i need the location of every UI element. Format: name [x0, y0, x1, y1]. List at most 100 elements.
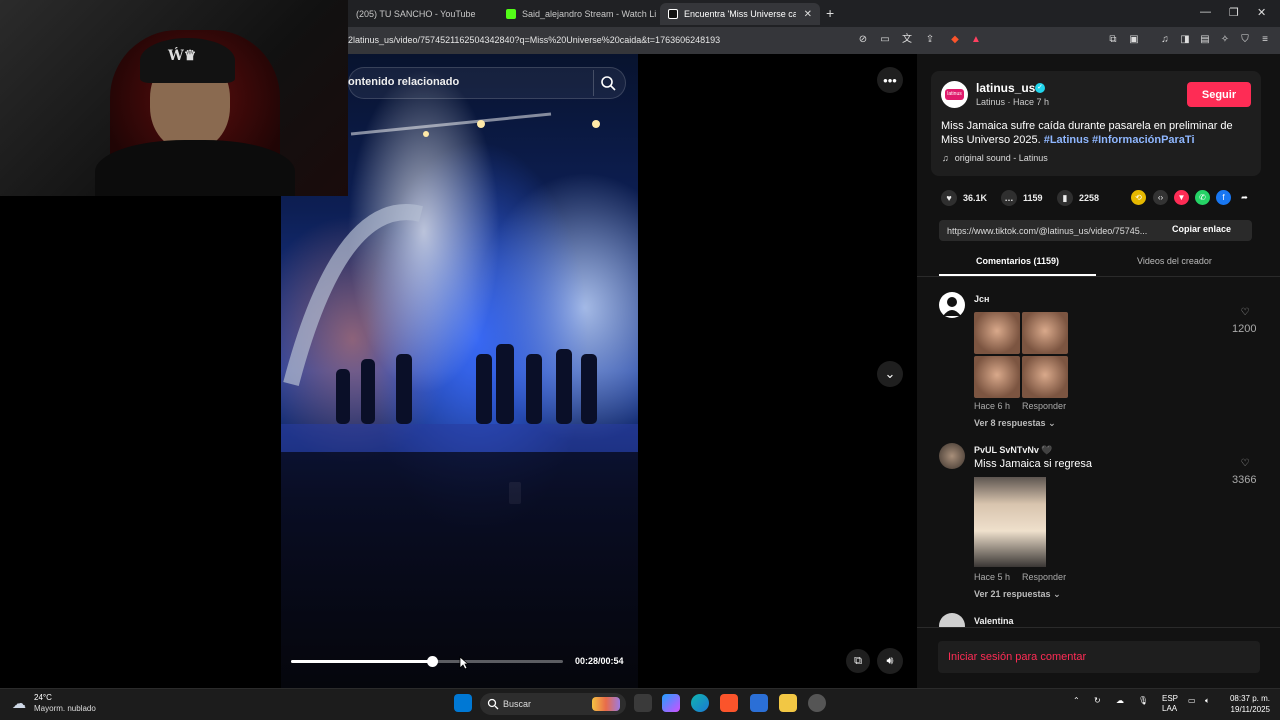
creator-avatar[interactable]: latinus	[941, 81, 968, 108]
whatsapp-icon[interactable]: ✆	[1195, 190, 1210, 205]
comment-meta: Hace 6 h Responder	[974, 401, 1066, 411]
speaker-icon[interactable]: 🔈︎	[1205, 696, 1210, 706]
chevron-down-icon: ⌄	[884, 366, 896, 381]
kick-icon	[506, 9, 516, 19]
audience	[281, 452, 638, 688]
minimize-button[interactable]: —	[1200, 6, 1211, 18]
streamer-webcam: Ẃ♛	[0, 0, 348, 196]
wallet-icon[interactable]: ▤	[1199, 34, 1211, 46]
task-view-icon[interactable]	[634, 694, 652, 712]
close-window-button[interactable]: ✕	[1257, 6, 1266, 19]
microphone-icon[interactable]: 🎙︎	[1138, 696, 1148, 705]
brave-rewards-icon[interactable]: ▲	[970, 34, 982, 46]
next-video-button[interactable]: ⌄	[877, 361, 903, 387]
save-button[interactable]: ▮ 2258	[1057, 190, 1099, 206]
tab-tiktok[interactable]: Encuentra 'Miss Universe caíd ✕	[660, 3, 820, 25]
stage-runway	[281, 424, 638, 452]
send-icon[interactable]: ▼	[1174, 190, 1189, 205]
sidebar-icon[interactable]: ◨	[1179, 34, 1191, 46]
edge-icon[interactable]	[691, 694, 709, 712]
file-explorer-icon[interactable]	[779, 694, 797, 712]
translate-icon[interactable]: 文	[901, 34, 913, 46]
comment-avatar[interactable]	[939, 292, 965, 318]
settings-icon[interactable]	[808, 694, 826, 712]
comment-avatar[interactable]	[939, 443, 965, 469]
embed-icon[interactable]: ‹›	[1153, 190, 1168, 205]
comment-like-count: 3366	[1232, 474, 1257, 486]
no-camera-icon[interactable]: ⊘	[857, 34, 869, 46]
view-replies-button[interactable]: Ver 21 respuestas ⌄	[974, 589, 1061, 600]
comment-image	[974, 477, 1046, 567]
login-to-comment[interactable]: Iniciar sesión para comentar	[948, 651, 1086, 663]
url-text[interactable]: 2latinus_us/video/7574521162504342840?q=…	[348, 35, 720, 45]
creator-username[interactable]: latinus_us	[976, 81, 1035, 95]
brave-icon[interactable]	[720, 694, 738, 712]
more-options-button[interactable]: •••	[877, 67, 903, 93]
video-progress-fill	[291, 660, 433, 663]
comment-meta: Hace 5 h Responder	[974, 572, 1066, 582]
media-icon[interactable]: ♫	[1159, 34, 1171, 46]
bookmark-icon: ▮	[1057, 190, 1073, 206]
store-icon[interactable]	[750, 694, 768, 712]
search-icon	[601, 76, 616, 91]
leo-ai-icon[interactable]: ✧	[1219, 34, 1231, 46]
like-button[interactable]: ♥ 36.1K	[941, 190, 987, 206]
related-search-text[interactable]: ontenido relacionado	[348, 76, 459, 88]
weather-cloud-icon[interactable]: ☁	[12, 695, 26, 712]
comment-image	[1022, 312, 1068, 354]
comment-author[interactable]: PvUL SvNTvNv 🖤	[974, 445, 1053, 456]
close-icon[interactable]: ✕	[804, 9, 812, 20]
view-replies-button[interactable]: Ver 8 respuestas ⌄	[974, 418, 1056, 429]
system-clock[interactable]: 08:37 p. m. 19/11/2025	[1225, 693, 1270, 715]
hashtags[interactable]: #Latinus #InformaciónParaTi	[1044, 134, 1195, 146]
save-count: 2258	[1079, 193, 1100, 203]
search-button[interactable]	[593, 70, 621, 96]
onedrive-icon[interactable]: ☁	[1116, 696, 1124, 705]
menu-icon[interactable]: ≡	[1259, 34, 1271, 46]
comment-button[interactable]: … 1159	[1001, 190, 1043, 206]
video-time: 00:28/00:54	[575, 656, 624, 666]
display-icon[interactable]: ▭	[1188, 696, 1196, 705]
restore-button[interactable]: ❐	[1229, 6, 1239, 19]
tab-label: Said_alejandro Stream - Watch Live o	[522, 9, 656, 19]
share-icon[interactable]: ⇪	[924, 34, 936, 46]
facebook-icon[interactable]: f	[1216, 190, 1231, 205]
search-icon	[487, 698, 499, 710]
sound-link[interactable]: ♫ original sound - Latinus	[942, 153, 1048, 163]
reply-button[interactable]: Responder	[1022, 572, 1066, 582]
reply-button[interactable]: Responder	[1022, 401, 1066, 411]
tab-comments[interactable]: Comentarios (1159)	[939, 256, 1096, 266]
weather-description[interactable]: Mayorm. nublado	[34, 704, 96, 713]
brave-shield-icon[interactable]: ◆	[949, 34, 961, 46]
comment-like-button[interactable]: ♡	[1231, 307, 1259, 318]
volume-button[interactable]: 🔊︎	[877, 648, 903, 674]
sync-icon[interactable]: ↻	[1094, 696, 1101, 705]
tray-chevron-icon[interactable]: ⌃	[1073, 696, 1080, 705]
repost-icon[interactable]: ⟲	[1131, 190, 1146, 205]
tiktok-icon	[668, 9, 678, 19]
comment-author[interactable]: Valentina	[974, 616, 1014, 626]
tab-kick[interactable]: Said_alejandro Stream - Watch Live o	[498, 3, 656, 25]
share-arrow-icon[interactable]: ➦	[1237, 190, 1252, 205]
comment-like-button[interactable]: ♡	[1231, 458, 1259, 469]
comment-author[interactable]: Jᴄʜ	[974, 294, 989, 304]
tab-creator-videos[interactable]: Videos del creador	[1096, 256, 1253, 266]
share-link-text[interactable]: https://www.tiktok.com/@latinus_us/video…	[947, 226, 1165, 236]
weather-temperature[interactable]: 24°C	[34, 693, 52, 702]
tab-youtube[interactable]: (205) TU SANCHO - YouTube	[348, 3, 498, 25]
tab-manager-icon[interactable]: ▣	[1128, 34, 1140, 46]
copilot-icon[interactable]	[662, 694, 680, 712]
new-tab-button[interactable]: +	[826, 5, 834, 21]
video-progress-bar[interactable]	[291, 656, 563, 667]
latinus-logo: latinus	[945, 89, 964, 100]
heart-outline-icon: ♡	[1240, 458, 1250, 469]
vpn-icon[interactable]: ⛉	[1239, 34, 1251, 46]
heart-outline-icon: ♡	[1240, 307, 1250, 318]
follow-button[interactable]: Seguir	[1187, 82, 1251, 107]
extensions-icon[interactable]: ⧉	[1107, 34, 1119, 46]
copy-link-button[interactable]: Copiar enlace	[1172, 224, 1231, 234]
windows-start-icon[interactable]	[454, 694, 472, 712]
screen-icon[interactable]: ▭	[879, 34, 891, 46]
pip-button[interactable]: ⧉	[846, 649, 870, 673]
language-indicator[interactable]: ESP LAA	[1162, 694, 1178, 714]
